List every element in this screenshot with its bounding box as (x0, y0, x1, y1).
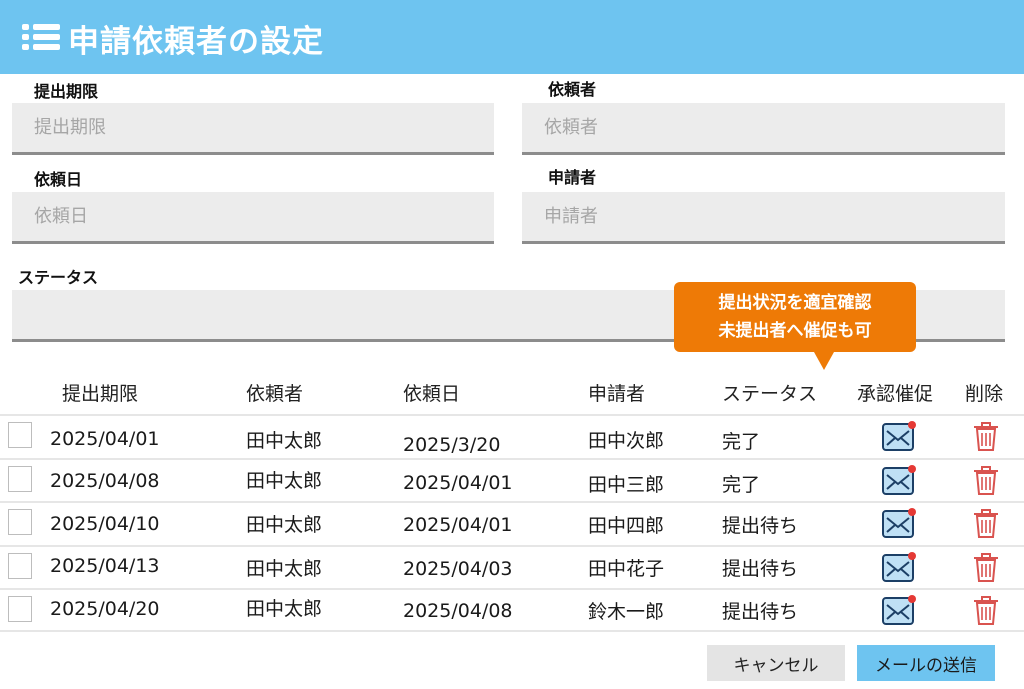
trash-icon[interactable] (972, 464, 1000, 496)
trash-icon[interactable] (972, 420, 1000, 452)
hint-callout: 提出状況を適宜確認 未提出者へ催促も可 (674, 282, 916, 370)
cell-status: 提出待ち (722, 558, 799, 580)
applicant-label: 申請者 (548, 168, 597, 187)
cell-deadline: 2025/04/13 (50, 555, 160, 577)
callout-tail (814, 352, 834, 370)
col-header-status: ステータス (722, 383, 818, 405)
table-row: 2025/04/08 田中太郎 2025/04/01 田中三郎 完了 (0, 458, 1024, 500)
page-header: 申請依頼者の設定 (0, 0, 1024, 74)
cell-request-date: 2025/04/01 (403, 472, 513, 494)
cell-deadline: 2025/04/01 (50, 428, 160, 450)
row-checkbox[interactable] (8, 596, 32, 622)
trash-icon[interactable] (972, 594, 1000, 626)
cell-request-date: 2025/04/03 (403, 558, 513, 580)
cell-deadline: 2025/04/10 (50, 513, 160, 535)
col-header-delete: 削除 (965, 383, 1004, 405)
mail-icon[interactable] (882, 507, 918, 539)
cell-applicant: 鈴木一郎 (588, 601, 665, 623)
table-row: 2025/04/10 田中太郎 2025/04/01 田中四郎 提出待ち (0, 501, 1024, 543)
send-mail-button[interactable]: メールの送信 (857, 645, 995, 681)
list-icon (22, 24, 60, 50)
request-date-input[interactable] (12, 192, 494, 241)
cell-requester: 田中太郎 (246, 598, 323, 620)
cell-requester: 田中太郎 (246, 470, 323, 492)
cell-deadline: 2025/04/08 (50, 470, 160, 492)
callout-line-1: 提出状況を適宜確認 (718, 293, 872, 313)
row-checkbox[interactable] (8, 422, 32, 448)
request-date-label: 依頼日 (34, 170, 83, 189)
cell-request-date: 2025/04/01 (403, 514, 513, 536)
row-checkbox[interactable] (8, 509, 32, 535)
cell-applicant: 田中花子 (588, 558, 665, 580)
cell-applicant: 田中次郎 (588, 430, 665, 452)
deadline-label: 提出期限 (34, 82, 99, 101)
cell-status: 提出待ち (722, 515, 799, 537)
col-header-request-date: 依頼日 (403, 383, 461, 405)
cell-applicant: 田中三郎 (588, 474, 665, 496)
col-header-applicant: 申請者 (588, 383, 646, 405)
callout-line-2: 未提出者へ催促も可 (718, 321, 872, 341)
cell-requester: 田中太郎 (246, 430, 323, 452)
applicant-field-wrap (522, 192, 1005, 244)
cell-request-date: 2025/04/08 (403, 600, 513, 622)
mail-icon[interactable] (882, 594, 918, 626)
page-title: 申請依頼者の設定 (68, 24, 324, 60)
col-header-requester: 依頼者 (246, 383, 304, 405)
mail-icon[interactable] (882, 464, 918, 496)
mail-icon[interactable] (882, 551, 918, 583)
request-date-field-wrap (12, 192, 494, 244)
cell-status: 完了 (722, 474, 761, 496)
cell-requester: 田中太郎 (246, 558, 323, 580)
cell-requester: 田中太郎 (246, 514, 323, 536)
col-header-remind: 承認催促 (857, 383, 934, 405)
cell-status: 完了 (722, 431, 761, 453)
requester-input[interactable] (522, 103, 1005, 152)
col-header-deadline: 提出期限 (62, 383, 139, 405)
cell-status: 提出待ち (722, 601, 799, 623)
requester-label: 依頼者 (548, 80, 597, 99)
trash-icon[interactable] (972, 507, 1000, 539)
cell-deadline: 2025/04/20 (50, 598, 160, 620)
requester-field-wrap (522, 103, 1005, 155)
table-row: 2025/04/13 田中太郎 2025/04/03 田中花子 提出待ち (0, 545, 1024, 587)
applicant-input[interactable] (522, 192, 1005, 241)
cell-applicant: 田中四郎 (588, 515, 665, 537)
row-checkbox[interactable] (8, 466, 32, 492)
table-row: 2025/04/20 田中太郎 2025/04/08 鈴木一郎 提出待ち (0, 588, 1024, 632)
trash-icon[interactable] (972, 551, 1000, 583)
table-row: 2025/04/01 田中太郎 2025/3/20 田中次郎 完了 (0, 414, 1024, 456)
cell-request-date: 2025/3/20 (403, 434, 501, 456)
deadline-field-wrap (12, 103, 494, 155)
cancel-button[interactable]: キャンセル (707, 645, 845, 681)
row-checkbox[interactable] (8, 553, 32, 579)
deadline-input[interactable] (12, 103, 494, 152)
mail-icon[interactable] (882, 420, 918, 452)
status-label: ステータス (18, 268, 99, 287)
